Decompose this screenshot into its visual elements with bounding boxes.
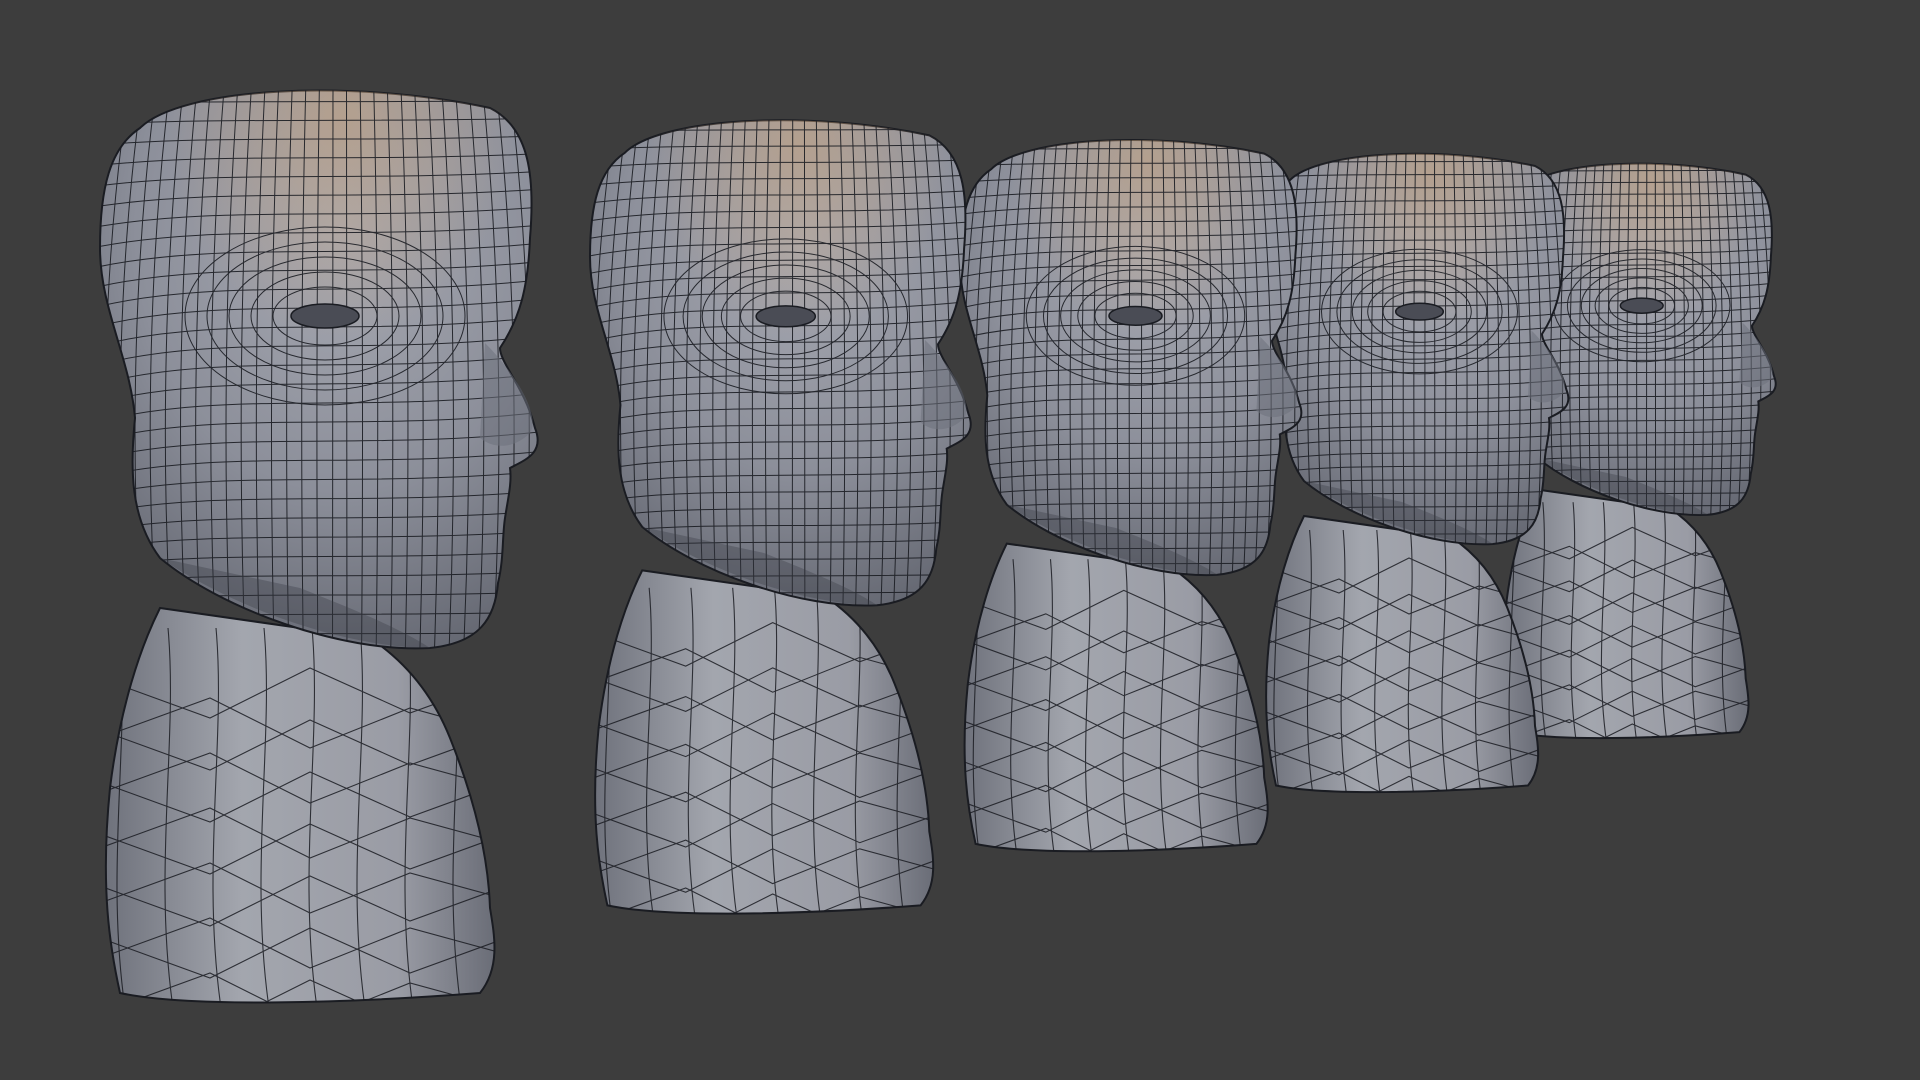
eye-socket bbox=[1108, 305, 1163, 326]
bust-head bbox=[959, 139, 1303, 577]
nose bbox=[480, 343, 533, 446]
nose bbox=[920, 339, 967, 430]
3d-viewport[interactable] bbox=[0, 0, 1920, 1080]
bust-body bbox=[104, 606, 496, 1004]
eye-socket bbox=[1394, 302, 1445, 321]
eye-socket bbox=[1619, 297, 1664, 314]
nose bbox=[1739, 322, 1773, 388]
eye-socket bbox=[755, 305, 817, 328]
bust-body bbox=[963, 542, 1269, 853]
scene-render bbox=[59, 78, 1777, 1030]
bust-head bbox=[589, 119, 972, 607]
eye-socket bbox=[290, 303, 360, 329]
bust-head bbox=[98, 89, 539, 650]
bust-body bbox=[594, 569, 935, 915]
bust-body bbox=[1502, 488, 1750, 740]
bust-1[interactable] bbox=[59, 78, 574, 1030]
bust-3[interactable] bbox=[928, 130, 1330, 873]
bust-body bbox=[1265, 514, 1540, 794]
bust-2[interactable] bbox=[555, 109, 1003, 937]
